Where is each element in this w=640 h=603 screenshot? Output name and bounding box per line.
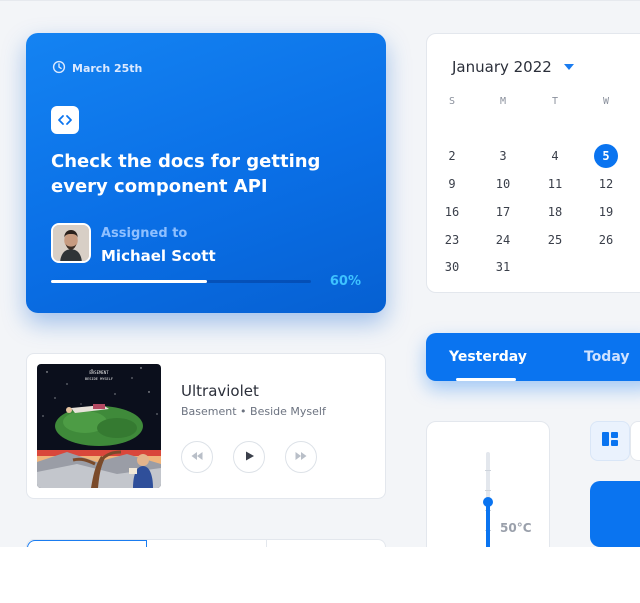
progress-fill [51, 280, 207, 283]
calendar-day[interactable]: 11 [543, 172, 567, 196]
calendar-card: January 2022 S M T W 2 3 4 5 9 10 11 12 16 17 18 19 23 24… [426, 33, 640, 293]
assignee-name: Michael Scott [101, 247, 216, 265]
temperature-value: 50°C [500, 521, 532, 535]
tab-yesterday[interactable]: Yesterday [449, 349, 527, 365]
calendar-day[interactable]: 23 [440, 228, 464, 252]
calendar-day[interactable]: 17 [491, 200, 515, 224]
list-view-button[interactable] [630, 421, 640, 461]
temperature-card: 50°C [426, 421, 550, 547]
progress-bar [51, 280, 311, 283]
task-title: Check the docs for getting every compone… [51, 151, 321, 197]
tab-today[interactable]: Today [584, 349, 629, 365]
calendar-day[interactable]: 16 [440, 200, 464, 224]
temperature-slider-handle[interactable] [483, 497, 493, 507]
task-date-text: March 25th [72, 62, 143, 75]
calendar-day[interactable]: 31 [491, 255, 515, 279]
caret-down-icon [563, 64, 574, 70]
bottom-tab-2[interactable] [147, 540, 267, 547]
calendar-day[interactable]: 9 [440, 172, 464, 196]
dashboard-view-button[interactable] [590, 421, 630, 461]
calendar-day[interactable]: 25 [543, 228, 567, 252]
calendar-day-selected[interactable]: 5 [594, 144, 618, 168]
clock-icon [52, 60, 66, 77]
calendar-day[interactable]: 2 [440, 144, 464, 168]
assigned-label: Assigned to [101, 226, 188, 241]
temperature-slider-fill [486, 502, 490, 547]
active-tab-indicator [456, 378, 516, 381]
music-player-card: BASEMENT BESIDE MYSELF Ultraviolet Basem… [26, 353, 386, 499]
task-date: March 25th [52, 60, 142, 77]
calendar-day[interactable]: 24 [491, 228, 515, 252]
calendar-day[interactable]: 3 [491, 144, 515, 168]
album-name-text: BESIDE MYSELF [85, 377, 113, 381]
calendar-weekday: S [448, 95, 456, 107]
avatar [51, 223, 91, 263]
slider-tick [485, 470, 491, 471]
album-art: BASEMENT BESIDE MYSELF [37, 364, 161, 488]
fast-forward-icon [294, 448, 308, 467]
calendar-day[interactable]: 18 [543, 200, 567, 224]
period-switch: Yesterday Today [426, 333, 640, 381]
bottom-tab-3[interactable] [267, 540, 385, 547]
progress-percent: 60% [329, 274, 361, 289]
rewind-icon [190, 448, 204, 467]
calendar-day[interactable]: 30 [440, 255, 464, 279]
calendar-month-label: January 2022 [452, 58, 552, 76]
code-icon [51, 106, 79, 134]
calendar-day[interactable]: 10 [491, 172, 515, 196]
task-card[interactable]: March 25th Check the docs for getting ev… [26, 33, 386, 313]
blue-widget-card [590, 481, 640, 547]
album-band-text: BASEMENT [89, 370, 109, 375]
play-icon [242, 448, 256, 467]
calendar-weekday: M [499, 95, 507, 107]
bottom-tab-1[interactable] [27, 540, 148, 547]
dashboard-canvas: March 25th Check the docs for getting ev… [0, 0, 640, 547]
calendar-month-selector[interactable]: January 2022 [452, 58, 574, 76]
calendar-day[interactable]: 12 [594, 172, 618, 196]
rewind-button[interactable] [181, 441, 213, 473]
calendar-day[interactable]: 19 [594, 200, 618, 224]
play-button[interactable] [233, 441, 265, 473]
calendar-day[interactable]: 4 [543, 144, 567, 168]
fast-forward-button[interactable] [285, 441, 317, 473]
bottom-tab-group [26, 539, 386, 547]
calendar-day[interactable]: 26 [594, 228, 618, 252]
song-meta: Basement • Beside Myself [181, 405, 326, 418]
calendar-weekday: T [551, 95, 559, 107]
song-title: Ultraviolet [181, 382, 259, 400]
dashboard-layout-icon [601, 430, 619, 452]
calendar-weekday: W [602, 95, 610, 107]
slider-tick [485, 490, 491, 491]
